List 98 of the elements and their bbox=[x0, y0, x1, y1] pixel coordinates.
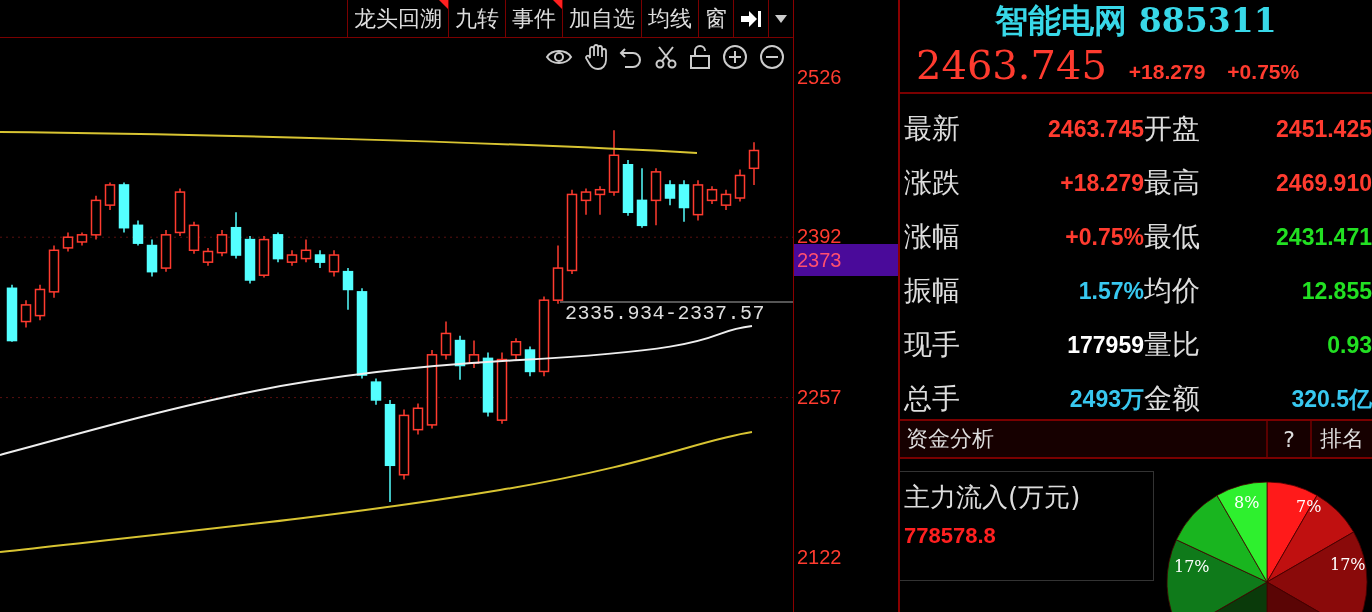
candlestick bbox=[258, 235, 270, 279]
candlestick bbox=[482, 351, 494, 418]
stat-label: 涨幅 bbox=[904, 219, 961, 255]
candlestick bbox=[244, 235, 256, 285]
stat-label: 最高 bbox=[1144, 165, 1201, 201]
candlestick bbox=[580, 187, 592, 216]
candlestick bbox=[48, 244, 60, 299]
candlestick bbox=[468, 339, 480, 369]
stat-label: 金额 bbox=[1144, 381, 1201, 417]
scissors-icon[interactable] bbox=[654, 45, 678, 69]
stat-value: 1.57% bbox=[1077, 278, 1144, 306]
candlestick bbox=[118, 181, 130, 234]
candlestick bbox=[440, 320, 452, 361]
candlestick bbox=[286, 249, 298, 267]
stat-label: 现手 bbox=[904, 327, 961, 363]
stat-label: 最低 bbox=[1144, 219, 1201, 255]
price-range-label: 2335.934-2337.57 bbox=[565, 302, 766, 325]
stat-value: 2431.471 bbox=[1275, 223, 1372, 252]
candlestick bbox=[20, 299, 32, 329]
candlestick bbox=[412, 402, 424, 436]
pie-label: 17% bbox=[1330, 555, 1366, 574]
candlestick bbox=[6, 284, 18, 343]
stock-title: 智能电网 885311 bbox=[994, 0, 1278, 42]
candlestick bbox=[202, 247, 214, 267]
candlestick bbox=[664, 179, 676, 206]
axis-label: 2257 bbox=[797, 385, 842, 409]
stat-label: 开盘 bbox=[1144, 111, 1201, 147]
caret-icon bbox=[775, 14, 787, 23]
candlestick bbox=[370, 377, 382, 406]
candlestick bbox=[636, 167, 648, 229]
last-price: 2463.745 bbox=[916, 42, 1107, 88]
stat-label: 均价 bbox=[1144, 273, 1201, 309]
candlestick bbox=[160, 229, 172, 273]
candlestick bbox=[62, 231, 74, 253]
candlestick bbox=[608, 129, 620, 197]
hand-icon[interactable] bbox=[584, 44, 608, 70]
candlestick bbox=[328, 249, 340, 278]
candlestick bbox=[510, 337, 522, 361]
pie-label: 17% bbox=[1174, 557, 1210, 576]
candlestick bbox=[34, 284, 46, 322]
candlestick bbox=[552, 244, 564, 305]
candlestick bbox=[230, 211, 242, 260]
stat-value: 2493万 bbox=[1068, 386, 1144, 414]
stat-label: 振幅 bbox=[904, 273, 961, 309]
stat-value: 2469.910 bbox=[1275, 169, 1372, 198]
undo-icon[interactable] bbox=[619, 46, 643, 68]
candlestick bbox=[720, 188, 732, 211]
stat-label: 总手 bbox=[904, 381, 961, 417]
unlock-icon[interactable] bbox=[689, 45, 711, 69]
current-price-label: 2373 bbox=[794, 243, 898, 276]
arrow-to-bar-icon bbox=[740, 9, 762, 28]
pie-label: 8% bbox=[1234, 493, 1260, 512]
zoom-in-icon[interactable] bbox=[722, 44, 748, 70]
candlestick bbox=[314, 249, 326, 269]
inflow-value: 778578.8 bbox=[904, 523, 997, 549]
axis-label: 2122 bbox=[797, 545, 842, 569]
stat-value: 177959 bbox=[1066, 331, 1144, 360]
stat-label: 涨跌 bbox=[904, 165, 961, 201]
stat-value: 2463.745 bbox=[1047, 115, 1144, 144]
candlestick bbox=[594, 185, 606, 216]
stat-label: 最新 bbox=[904, 111, 961, 147]
candlestick bbox=[342, 267, 354, 311]
candlestick bbox=[216, 229, 228, 257]
stat-value: 320.5亿 bbox=[1290, 385, 1372, 414]
zoom-out-icon[interactable] bbox=[759, 44, 785, 70]
candlestick bbox=[678, 179, 690, 223]
stat-value: 12.855 bbox=[1300, 277, 1372, 306]
eye-icon[interactable] bbox=[545, 47, 573, 67]
price-change: +18.279 bbox=[1128, 60, 1206, 84]
stat-value: +0.75% bbox=[1064, 223, 1144, 252]
candlestick bbox=[622, 159, 634, 217]
candlestick bbox=[76, 231, 88, 247]
candlestick bbox=[748, 141, 760, 186]
pie-label: 7% bbox=[1296, 497, 1322, 516]
candlestick bbox=[90, 194, 102, 241]
toolbar-tab[interactable]: 事件 bbox=[505, 0, 562, 37]
candlestick bbox=[272, 231, 284, 263]
candlestick bbox=[188, 221, 200, 255]
candlestick bbox=[104, 181, 116, 211]
candlestick bbox=[692, 179, 704, 222]
axis-label: 2526 bbox=[797, 66, 842, 90]
stat-label: 量比 bbox=[1144, 327, 1201, 363]
candlestick bbox=[146, 238, 158, 278]
candlestick bbox=[734, 168, 746, 203]
candlestick bbox=[174, 187, 186, 237]
percent-change: +0.75% bbox=[1227, 60, 1300, 84]
candlestick bbox=[132, 219, 144, 247]
stat-value: 2451.425 bbox=[1275, 115, 1372, 144]
candlestick bbox=[524, 345, 536, 377]
candlestick bbox=[650, 167, 662, 227]
stat-value: 0.93 bbox=[1326, 331, 1372, 360]
section-title: 资金分析 bbox=[905, 425, 995, 453]
stat-value: +18.279 bbox=[1059, 169, 1144, 198]
candlestick bbox=[454, 335, 466, 381]
inflow-label: 主力流入(万元) bbox=[904, 481, 1082, 514]
candlestick bbox=[706, 185, 718, 205]
toolbar-tab[interactable]: 龙头回溯 bbox=[347, 0, 448, 37]
candlestick bbox=[300, 238, 312, 263]
